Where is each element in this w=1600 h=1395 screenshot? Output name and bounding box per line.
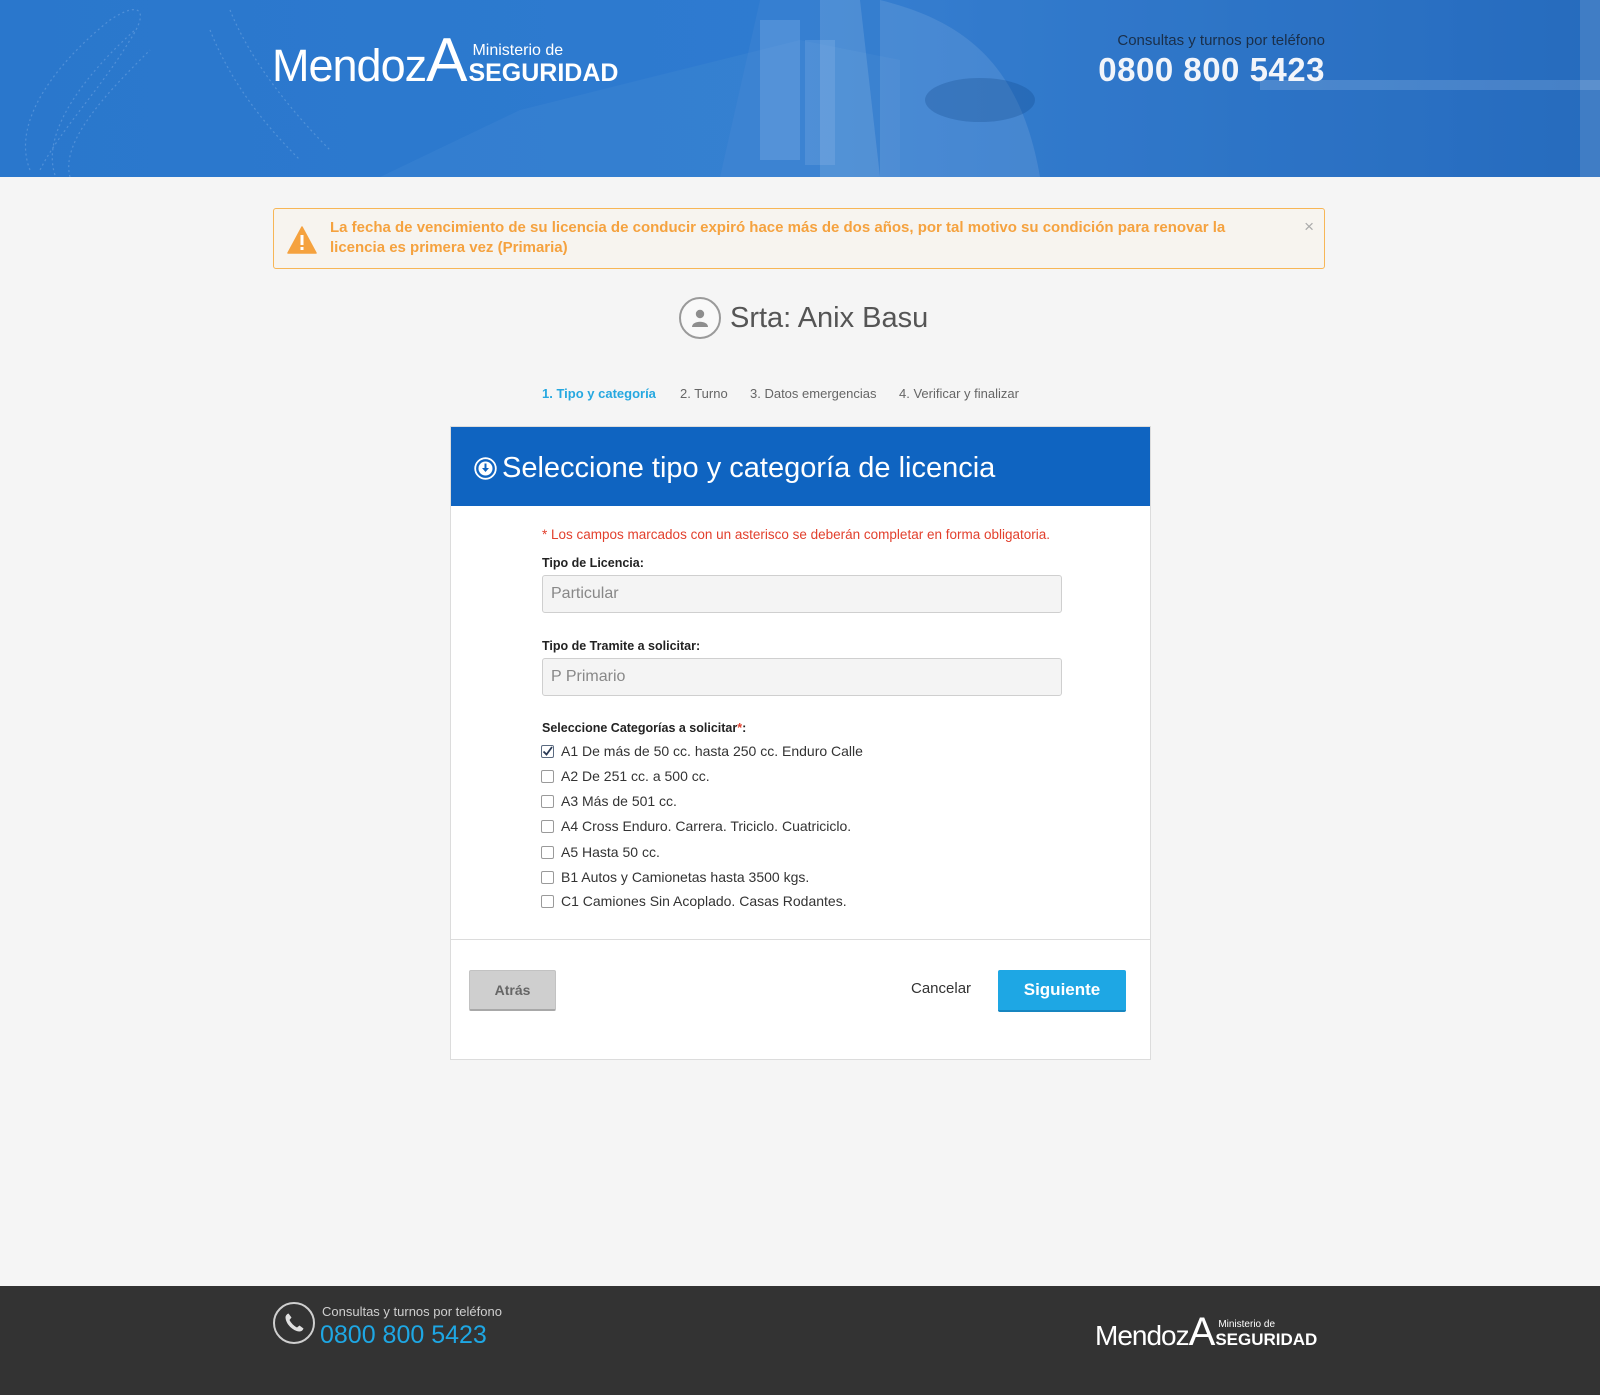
download-circle-icon [474, 457, 497, 480]
cancel-button[interactable]: Cancelar [911, 980, 971, 997]
category-label: C1 Camiones Sin Acoplado. Casas Rodantes… [561, 893, 847, 909]
category-item-a4[interactable]: A4 Cross Enduro. Carrera. Triciclo. Cuat… [541, 818, 851, 834]
step-tipo-categoria[interactable]: 1. Tipo y categoría [542, 386, 656, 401]
header-phone-number: 0800 800 5423 [1098, 51, 1325, 88]
checkbox-icon[interactable] [541, 819, 554, 833]
header-phone-block: Consultas y turnos por teléfono 0800 800… [1098, 32, 1325, 89]
license-type-field[interactable] [542, 575, 1062, 613]
logo-ministry: Ministerio de SEGURIDAD [1215, 1319, 1318, 1349]
logo-mendoza: MendozA [272, 26, 467, 95]
required-fields-note: * Los campos marcados con un asterisco s… [542, 527, 1051, 542]
category-item-b1[interactable]: B1 Autos y Camionetas hasta 3500 kgs. [541, 869, 809, 885]
license-expired-alert: La fecha de vencimiento de su licencia d… [273, 208, 1325, 269]
alert-message: La fecha de vencimiento de su licencia d… [330, 219, 1226, 256]
logo-mendoza: MendozA [1095, 1310, 1215, 1354]
alert-close-button[interactable]: × [1304, 217, 1314, 237]
checkbox-icon[interactable] [541, 870, 554, 884]
back-button[interactable]: Atrás [469, 970, 556, 1011]
checkbox-checked-icon[interactable] [541, 744, 554, 758]
header-phone-label: Consultas y turnos por teléfono [1117, 32, 1325, 49]
category-label: A3 Más de 501 cc. [561, 793, 677, 809]
card-header: Seleccione tipo y categoría de licencia [451, 427, 1150, 506]
checkbox-icon[interactable] [541, 845, 554, 859]
phone-icon [273, 1302, 315, 1344]
card-divider [451, 939, 1150, 940]
site-header: MendozA Ministerio de SEGURIDAD Consulta… [0, 0, 1600, 177]
category-item-a3[interactable]: A3 Más de 501 cc. [541, 793, 677, 809]
next-button[interactable]: Siguiente [998, 970, 1126, 1012]
logo-ministry: Ministerio de SEGURIDAD [468, 42, 619, 87]
site-footer: Consultas y turnos por teléfono 0800 800… [0, 1286, 1600, 1395]
footer-logo[interactable]: MendozA Ministerio de SEGURIDAD [1095, 1312, 1317, 1352]
user-icon [679, 297, 721, 339]
license-type-label: Tipo de Licencia: [542, 556, 644, 570]
checkbox-icon[interactable] [541, 894, 554, 908]
procedure-type-field[interactable] [542, 658, 1062, 696]
user-name: Srta: Anix Basu [730, 301, 929, 334]
form-title: Seleccione tipo y categoría de licencia [502, 452, 996, 484]
category-item-a5[interactable]: A5 Hasta 50 cc. [541, 844, 660, 860]
category-item-c1[interactable]: C1 Camiones Sin Acoplado. Casas Rodantes… [541, 893, 847, 909]
header-background-image [0, 0, 1600, 177]
category-item-a2[interactable]: A2 De 251 cc. a 500 cc. [541, 768, 710, 784]
license-form-card: Seleccione tipo y categoría de licencia … [450, 426, 1151, 1060]
category-label: B1 Autos y Camionetas hasta 3500 kgs. [561, 869, 810, 885]
category-label: A4 Cross Enduro. Carrera. Triciclo. Cuat… [561, 818, 852, 834]
category-label: A5 Hasta 50 cc. [561, 844, 660, 860]
procedure-type-label: Tipo de Tramite a solicitar: [542, 639, 701, 653]
user-heading: Srta: Anix Basu [679, 296, 928, 340]
checkbox-icon[interactable] [541, 769, 554, 783]
warning-icon [287, 226, 317, 254]
categories-label: Seleccione Categorías a solicitar*: [542, 721, 747, 735]
header-logo[interactable]: MendozA Ministerio de SEGURIDAD [272, 30, 618, 92]
category-item-a1[interactable]: A1 De más de 50 cc. hasta 250 cc. Enduro… [541, 743, 863, 759]
step-verificar-finalizar[interactable]: 4. Verificar y finalizar [899, 386, 1019, 401]
checkbox-icon[interactable] [541, 794, 554, 808]
footer-phone-number[interactable]: 0800 800 5423 [320, 1321, 487, 1350]
category-label: A2 De 251 cc. a 500 cc. [561, 768, 710, 784]
step-turno[interactable]: 2. Turno [680, 386, 728, 401]
step-datos-emergencias[interactable]: 3. Datos emergencias [750, 386, 876, 401]
category-label: A1 De más de 50 cc. hasta 250 cc. Enduro… [561, 743, 863, 759]
footer-phone-label: Consultas y turnos por teléfono [322, 1304, 502, 1319]
